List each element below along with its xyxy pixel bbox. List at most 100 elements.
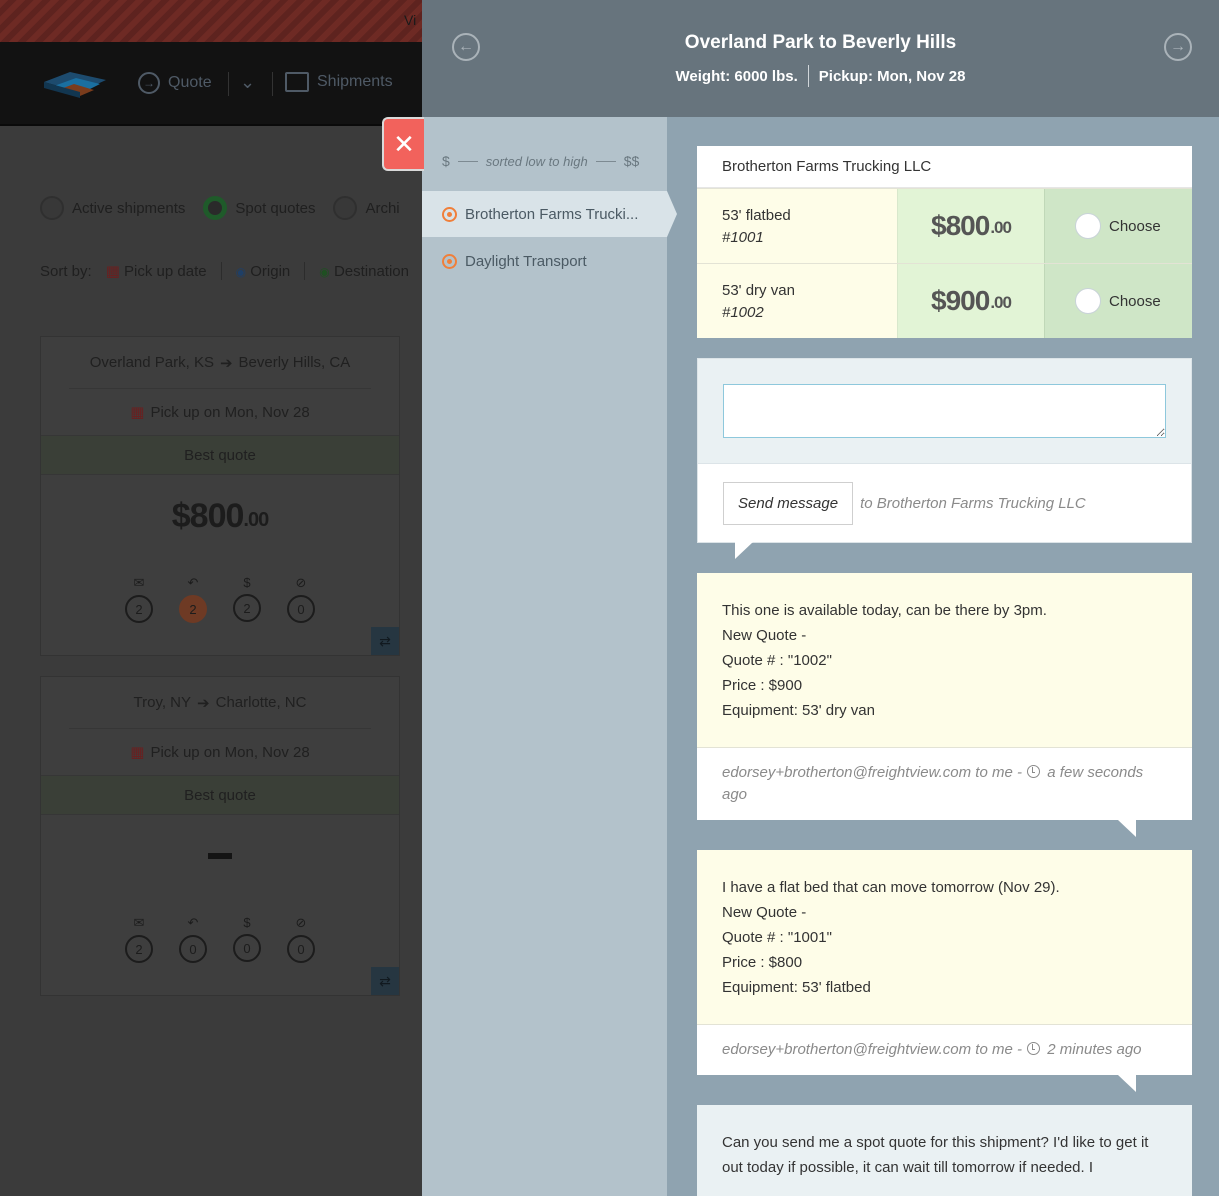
card-pickup-text: Pick up on Mon, Nov 28 (150, 743, 310, 761)
sort-hint-line (595, 160, 616, 162)
choose-radio[interactable] (1075, 288, 1101, 314)
message-body: Can you send me a spot quote for this sh… (697, 1105, 1192, 1196)
message-line: Price : $900 (722, 677, 803, 694)
sort-divider (220, 262, 222, 280)
sort-option-label: Pick up date (124, 263, 207, 280)
sort-origin[interactable]: ◉ Origin (236, 263, 291, 280)
sort-hint-high: $$ (623, 153, 640, 169)
message-line: Equipment: 53' flatbed (722, 979, 871, 996)
sort-option-label: Destination (333, 262, 409, 280)
message-line: Can you send me a spot quote for this sh… (722, 1134, 1149, 1176)
quote-row: 53' flatbed #1001 $800.00 Choose (697, 188, 1192, 263)
counter-messages: ✉ 2 (125, 575, 153, 623)
calendar-icon: ▦ (130, 404, 145, 421)
card-best-quote-label: Best quote (41, 775, 399, 815)
carrier-item-brotherton[interactable]: Brotherton Farms Trucki... (422, 191, 677, 237)
quote-equipment: 53' flatbed #1001 (697, 189, 897, 263)
clock-icon (1027, 1042, 1041, 1055)
shipment-weight: Weight: 6000 lbs. (675, 67, 798, 85)
reply-icon: ↶ (187, 575, 199, 590)
equipment-type: 53' flatbed (722, 207, 791, 224)
price-cents: .00 (990, 293, 1012, 312)
ban-icon: ⊘ (295, 575, 307, 590)
nav-quote-label: Quote (168, 74, 212, 91)
card-best-price (41, 815, 399, 897)
arrow-right-circle-icon: → (138, 72, 160, 94)
choose-quote-button[interactable]: Choose (1044, 264, 1192, 338)
shipment-pickup: Pickup: Mon, Nov 28 (818, 67, 966, 85)
compose-message: Send message to Brotherton Farms Truckin… (697, 358, 1192, 559)
card-route: Troy, NY ➔ Charlotte, NC (69, 677, 371, 729)
sort-bar: Sort by: ▦ Pick up date ◉ Origin ◉ Desti… (40, 262, 409, 280)
carrier-item-daylight[interactable]: Daylight Transport (422, 238, 667, 284)
counter-value: 0 (179, 935, 207, 963)
message-bubble-outgoing: Can you send me a spot quote for this sh… (697, 1105, 1192, 1196)
close-modal-button[interactable]: ✕ (382, 117, 424, 171)
modal-subtitle: Weight: 6000 lbs. Pickup: Mon, Nov 28 (422, 65, 1219, 87)
shipment-card[interactable]: Troy, NY ➔ Charlotte, NC ▦ Pick up on Mo… (40, 676, 400, 996)
reply-icon: ↶ (187, 915, 199, 930)
filter-active-shipments[interactable]: Active shipments (40, 196, 185, 220)
message-line: Quote # : "1001" (722, 929, 832, 946)
swap-icon[interactable]: ⇄ (371, 627, 399, 655)
sort-hint-line (457, 160, 478, 162)
card-pickup-text: Pick up on Mon, Nov 28 (150, 403, 310, 421)
swap-icon[interactable]: ⇄ (371, 967, 399, 995)
filter-archived[interactable]: Archi (333, 196, 400, 220)
choose-quote-button[interactable]: Choose (1044, 189, 1192, 263)
counter-quotes: $2 (233, 575, 261, 623)
message-bubble: I have a flat bed that can move tomorrow… (697, 850, 1192, 1092)
app-logo-icon[interactable] (40, 68, 110, 100)
message-line: I have a flat bed that can move tomorrow… (722, 879, 1060, 896)
filter-spot-quotes[interactable]: Spot quotes (203, 196, 315, 220)
counter-value: 2 (233, 594, 261, 622)
card-origin: Overland Park, KS (89, 354, 214, 371)
card-destination: Beverly Hills, CA (238, 354, 351, 371)
dollar-icon: $ (243, 575, 251, 590)
subtitle-divider (807, 65, 809, 87)
choose-radio[interactable] (1075, 213, 1101, 239)
ban-icon: ⊘ (295, 915, 307, 930)
sort-hint: $ sorted low to high $$ (442, 153, 639, 169)
carrier-status-dot-icon (442, 253, 457, 269)
send-row: Send message to Brotherton Farms Truckin… (698, 464, 1191, 542)
nav-shipments[interactable]: Shipments (285, 72, 393, 92)
quote-table-carrier: Brotherton Farms Trucking LLC (697, 146, 1192, 188)
price-main: $800 (931, 210, 990, 241)
message-line: New Quote - (722, 627, 807, 644)
message-line: New Quote - (722, 904, 807, 921)
card-best-quote-label: Best quote (41, 435, 399, 475)
filter-radio (203, 196, 228, 220)
arrow-right-icon: ➔ (197, 694, 210, 712)
counter-value: 0 (233, 934, 261, 962)
message-textarea[interactable] (723, 384, 1166, 438)
calendar-icon: ▦ (130, 744, 145, 761)
quote-price: $900.00 (897, 264, 1044, 338)
carrier-name: Brotherton Farms Trucki... (465, 205, 639, 223)
quote-table: Brotherton Farms Trucking LLC 53' flatbe… (697, 146, 1192, 338)
counter-declined: ⊘ 0 (287, 575, 315, 623)
message-time: 2 minutes ago (1047, 1041, 1142, 1058)
nav-quote-dropdown[interactable]: ⌄ (240, 72, 255, 93)
dollar-icon: $ (243, 915, 251, 930)
filter-label: Archi (365, 199, 400, 217)
shipment-card[interactable]: Overland Park, KS ➔ Beverly Hills, CA ▦ … (40, 336, 400, 656)
counter-value: 0 (287, 935, 315, 963)
counter-replies: ↶ 0 (179, 915, 207, 963)
next-shipment-button[interactable]: → (1164, 33, 1192, 61)
modal-header: ← Overland Park to Beverly Hills Weight:… (422, 0, 1219, 117)
send-message-button[interactable]: Send message (723, 481, 854, 525)
card-origin: Troy, NY (133, 694, 192, 711)
destination-dot-icon: ◉ (319, 264, 330, 279)
message-line: Quote # : "1002" (722, 652, 832, 669)
quote-number: #1002 (722, 304, 764, 321)
sort-destination[interactable]: ◉ Destination (319, 263, 409, 280)
message-body: This one is available today, can be ther… (697, 573, 1192, 748)
quote-price: $800.00 (897, 189, 1044, 263)
message-body: I have a flat bed that can move tomorrow… (697, 850, 1192, 1025)
counter-value: 2 (125, 935, 153, 963)
sort-label: Sort by: (40, 262, 92, 280)
nav-quote[interactable]: → Quote (138, 72, 212, 94)
quote-detail-modal: ← Overland Park to Beverly Hills Weight:… (422, 0, 1219, 1196)
sort-pickup-date[interactable]: ▦ Pick up date (106, 262, 207, 280)
